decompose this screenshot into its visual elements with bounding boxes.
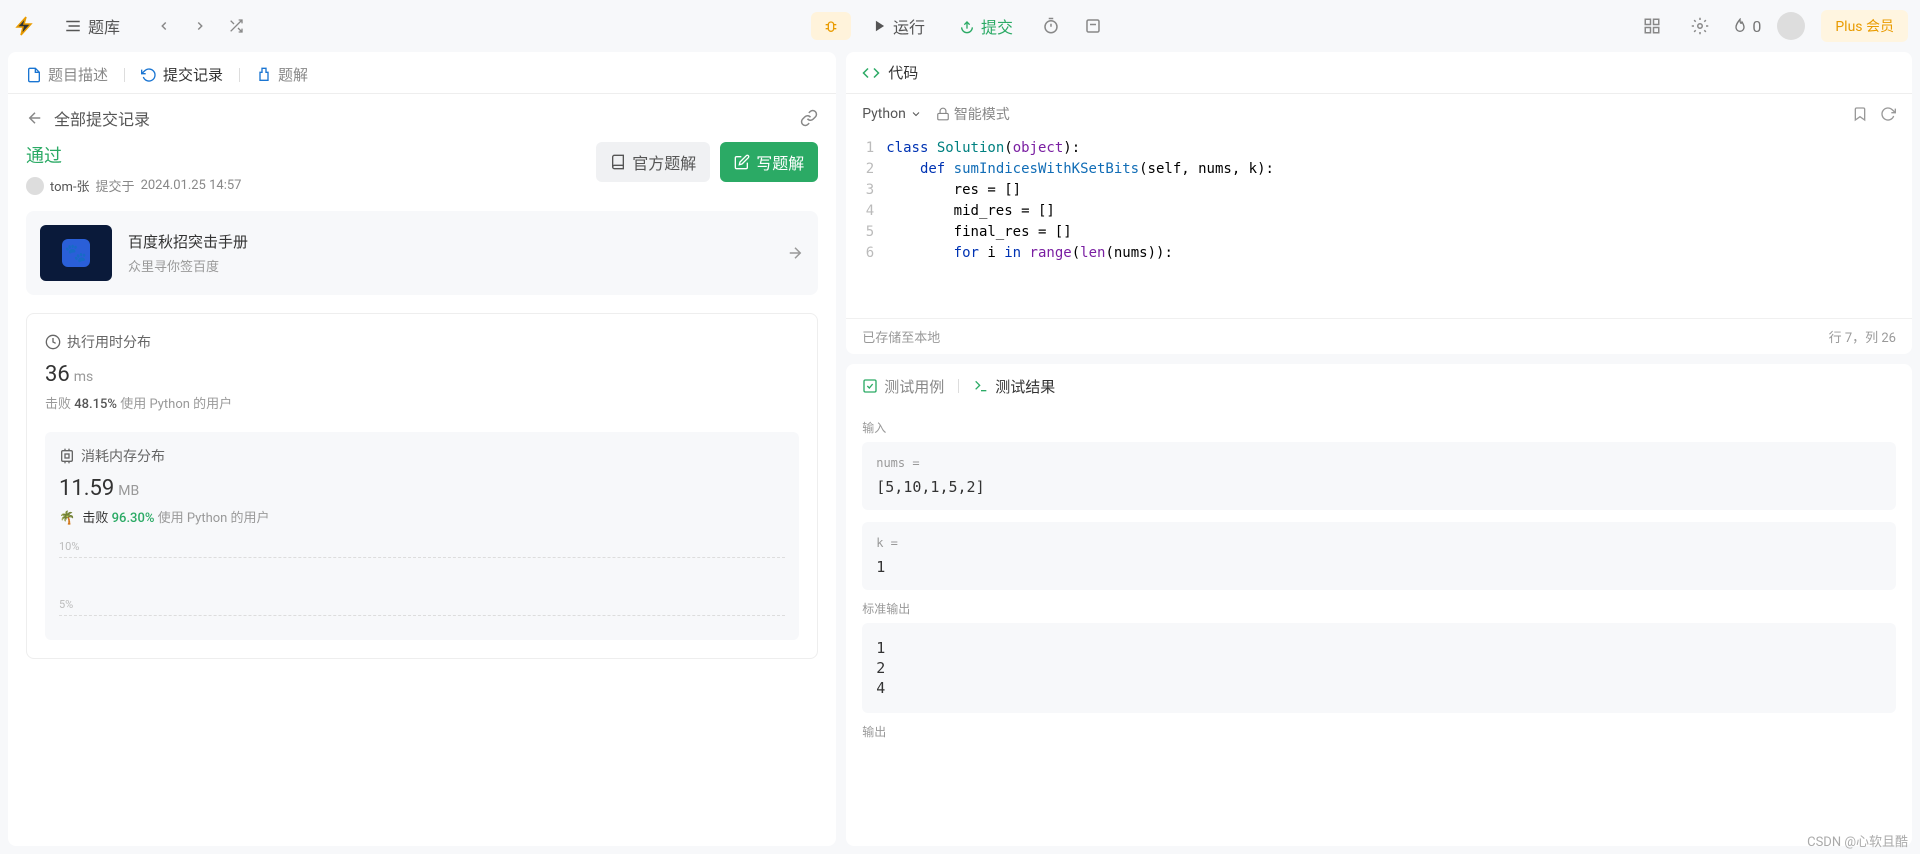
exec-beat-label: 击败 xyxy=(45,397,71,412)
k-value: 1 xyxy=(876,558,1882,576)
tab-submissions[interactable]: 提交记录 xyxy=(141,64,223,85)
link-icon[interactable] xyxy=(800,109,818,127)
input-nums-box: nums = [5,10,1,5,2] xyxy=(862,442,1896,510)
submit-prefix: 提交于 xyxy=(96,176,135,195)
test-result-label: 测试结果 xyxy=(995,376,1055,397)
chart-label-10: 10% xyxy=(59,540,785,553)
language-select[interactable]: Python xyxy=(862,106,922,122)
author-name: tom-张 xyxy=(50,176,90,195)
mode-indicator: 智能模式 xyxy=(936,104,1010,124)
tab-solutions[interactable]: 题解 xyxy=(256,64,308,85)
mem-unit: MB xyxy=(118,483,139,499)
exec-lang: 使用 Python 的用户 xyxy=(120,397,232,412)
promo-subtitle: 众里寻你签百度 xyxy=(128,256,248,275)
problem-lib-label: 题库 xyxy=(88,14,120,38)
exec-beat-value: 48.15% xyxy=(74,397,117,412)
write-solution-label: 写题解 xyxy=(756,150,804,174)
code-line: 5 final_res = [] xyxy=(846,222,1912,243)
promo-image: 🐾 xyxy=(40,225,112,281)
mem-beat-value: 96.30% xyxy=(112,511,155,526)
mem-beat-label: 击败 xyxy=(82,511,108,526)
palm-icon: 🌴 xyxy=(59,511,75,526)
mem-lang: 使用 Python 的用户 xyxy=(158,511,270,526)
cursor-position: 行 7，列 26 xyxy=(1829,327,1896,346)
shuffle-button[interactable] xyxy=(222,12,250,40)
left-panel: 题目描述 提交记录 题解 全部提交记录 xyxy=(8,52,836,846)
code-line: 1class Solution(object): xyxy=(846,138,1912,159)
code-line: 2 def sumIndicesWithKSetBits(self, nums,… xyxy=(846,159,1912,180)
subheader-title: 全部提交记录 xyxy=(54,106,150,130)
code-editor[interactable]: 1class Solution(object):2 def sumIndices… xyxy=(846,134,1912,318)
input-k-box: k = 1 xyxy=(862,522,1896,590)
exec-time-unit: ms xyxy=(74,369,94,385)
code-panel: 代码 Python 智能模式 xyxy=(846,52,1912,354)
fire-count-value: 0 xyxy=(1752,17,1761,36)
author-avatar xyxy=(26,177,44,195)
nums-value: [5,10,1,5,2] xyxy=(876,478,1882,496)
test-cases-label: 测试用例 xyxy=(884,376,944,397)
run-label: 运行 xyxy=(893,14,925,38)
submit-time: 2024.01.25 14:57 xyxy=(141,178,242,193)
settings-icon[interactable] xyxy=(1684,10,1716,42)
official-solution-button[interactable]: 官方题解 xyxy=(596,142,710,182)
dashboard-icon[interactable] xyxy=(1636,10,1668,42)
next-problem-button[interactable] xyxy=(186,12,214,40)
write-solution-button[interactable]: 写题解 xyxy=(720,142,818,182)
submit-label: 提交 xyxy=(981,14,1013,38)
promo-title: 百度秋招突击手册 xyxy=(128,231,248,252)
submit-button[interactable]: 提交 xyxy=(947,8,1025,44)
exec-time-title: 执行用时分布 xyxy=(67,332,151,352)
status-text: 通过 xyxy=(26,142,241,168)
code-title: 代码 xyxy=(888,62,918,83)
tab-description[interactable]: 题目描述 xyxy=(26,64,108,85)
top-bar: 题库 运行 提交 xyxy=(0,0,1920,52)
tab-submissions-label: 提交记录 xyxy=(163,64,223,85)
notes-button[interactable] xyxy=(1077,10,1109,42)
fire-count[interactable]: 0 xyxy=(1732,17,1761,36)
stdout-label: 标准输出 xyxy=(862,600,1896,617)
stdout-line: 4 xyxy=(876,679,1882,697)
mem-title: 消耗内存分布 xyxy=(81,446,165,466)
k-param: k = xyxy=(876,536,1882,550)
timer-button[interactable] xyxy=(1035,10,1067,42)
problem-lib-button[interactable]: 题库 xyxy=(54,8,130,44)
watermark: CSDN @心软且酷 xyxy=(1807,831,1908,850)
official-solution-label: 官方题解 xyxy=(632,150,696,174)
mem-value: 11.59 xyxy=(59,476,114,501)
bookmark-icon[interactable] xyxy=(1852,106,1868,122)
promo-arrow-icon xyxy=(786,244,804,262)
logo[interactable] xyxy=(12,14,36,38)
reset-icon[interactable] xyxy=(1880,106,1896,122)
prev-problem-button[interactable] xyxy=(150,12,178,40)
test-result-tab[interactable]: 测试结果 xyxy=(973,376,1055,397)
plus-badge[interactable]: Plus 会员 xyxy=(1821,10,1908,42)
language-label: Python xyxy=(862,106,906,122)
stdout-line: 1 xyxy=(876,639,1882,657)
back-arrow[interactable] xyxy=(26,109,44,127)
nums-param: nums = xyxy=(876,456,1882,470)
test-panel: 测试用例 测试结果 输入 nums = [5,10,1,5,2] k = 1 xyxy=(846,364,1912,846)
stdout-box: 1 2 4 xyxy=(862,623,1896,713)
exec-time-value: 36 xyxy=(45,362,70,387)
mode-label: 智能模式 xyxy=(954,104,1010,124)
debug-button[interactable] xyxy=(811,12,851,40)
tab-desc-label: 题目描述 xyxy=(48,64,108,85)
test-cases-tab[interactable]: 测试用例 xyxy=(862,376,944,397)
stdout-line: 2 xyxy=(876,659,1882,677)
tab-solutions-label: 题解 xyxy=(278,64,308,85)
input-label: 输入 xyxy=(862,419,1896,436)
promo-card[interactable]: 🐾 百度秋招突击手册 众里寻你签百度 xyxy=(26,211,818,295)
code-line: 3 res = [] xyxy=(846,180,1912,201)
output-label: 输出 xyxy=(862,723,1896,740)
save-status: 已存储至本地 xyxy=(862,327,940,346)
chart-label-5: 5% xyxy=(59,598,785,611)
code-line: 6 for i in range(len(nums)): xyxy=(846,243,1912,264)
code-line: 4 mid_res = [] xyxy=(846,201,1912,222)
run-button[interactable]: 运行 xyxy=(861,8,937,44)
avatar[interactable] xyxy=(1777,12,1805,40)
